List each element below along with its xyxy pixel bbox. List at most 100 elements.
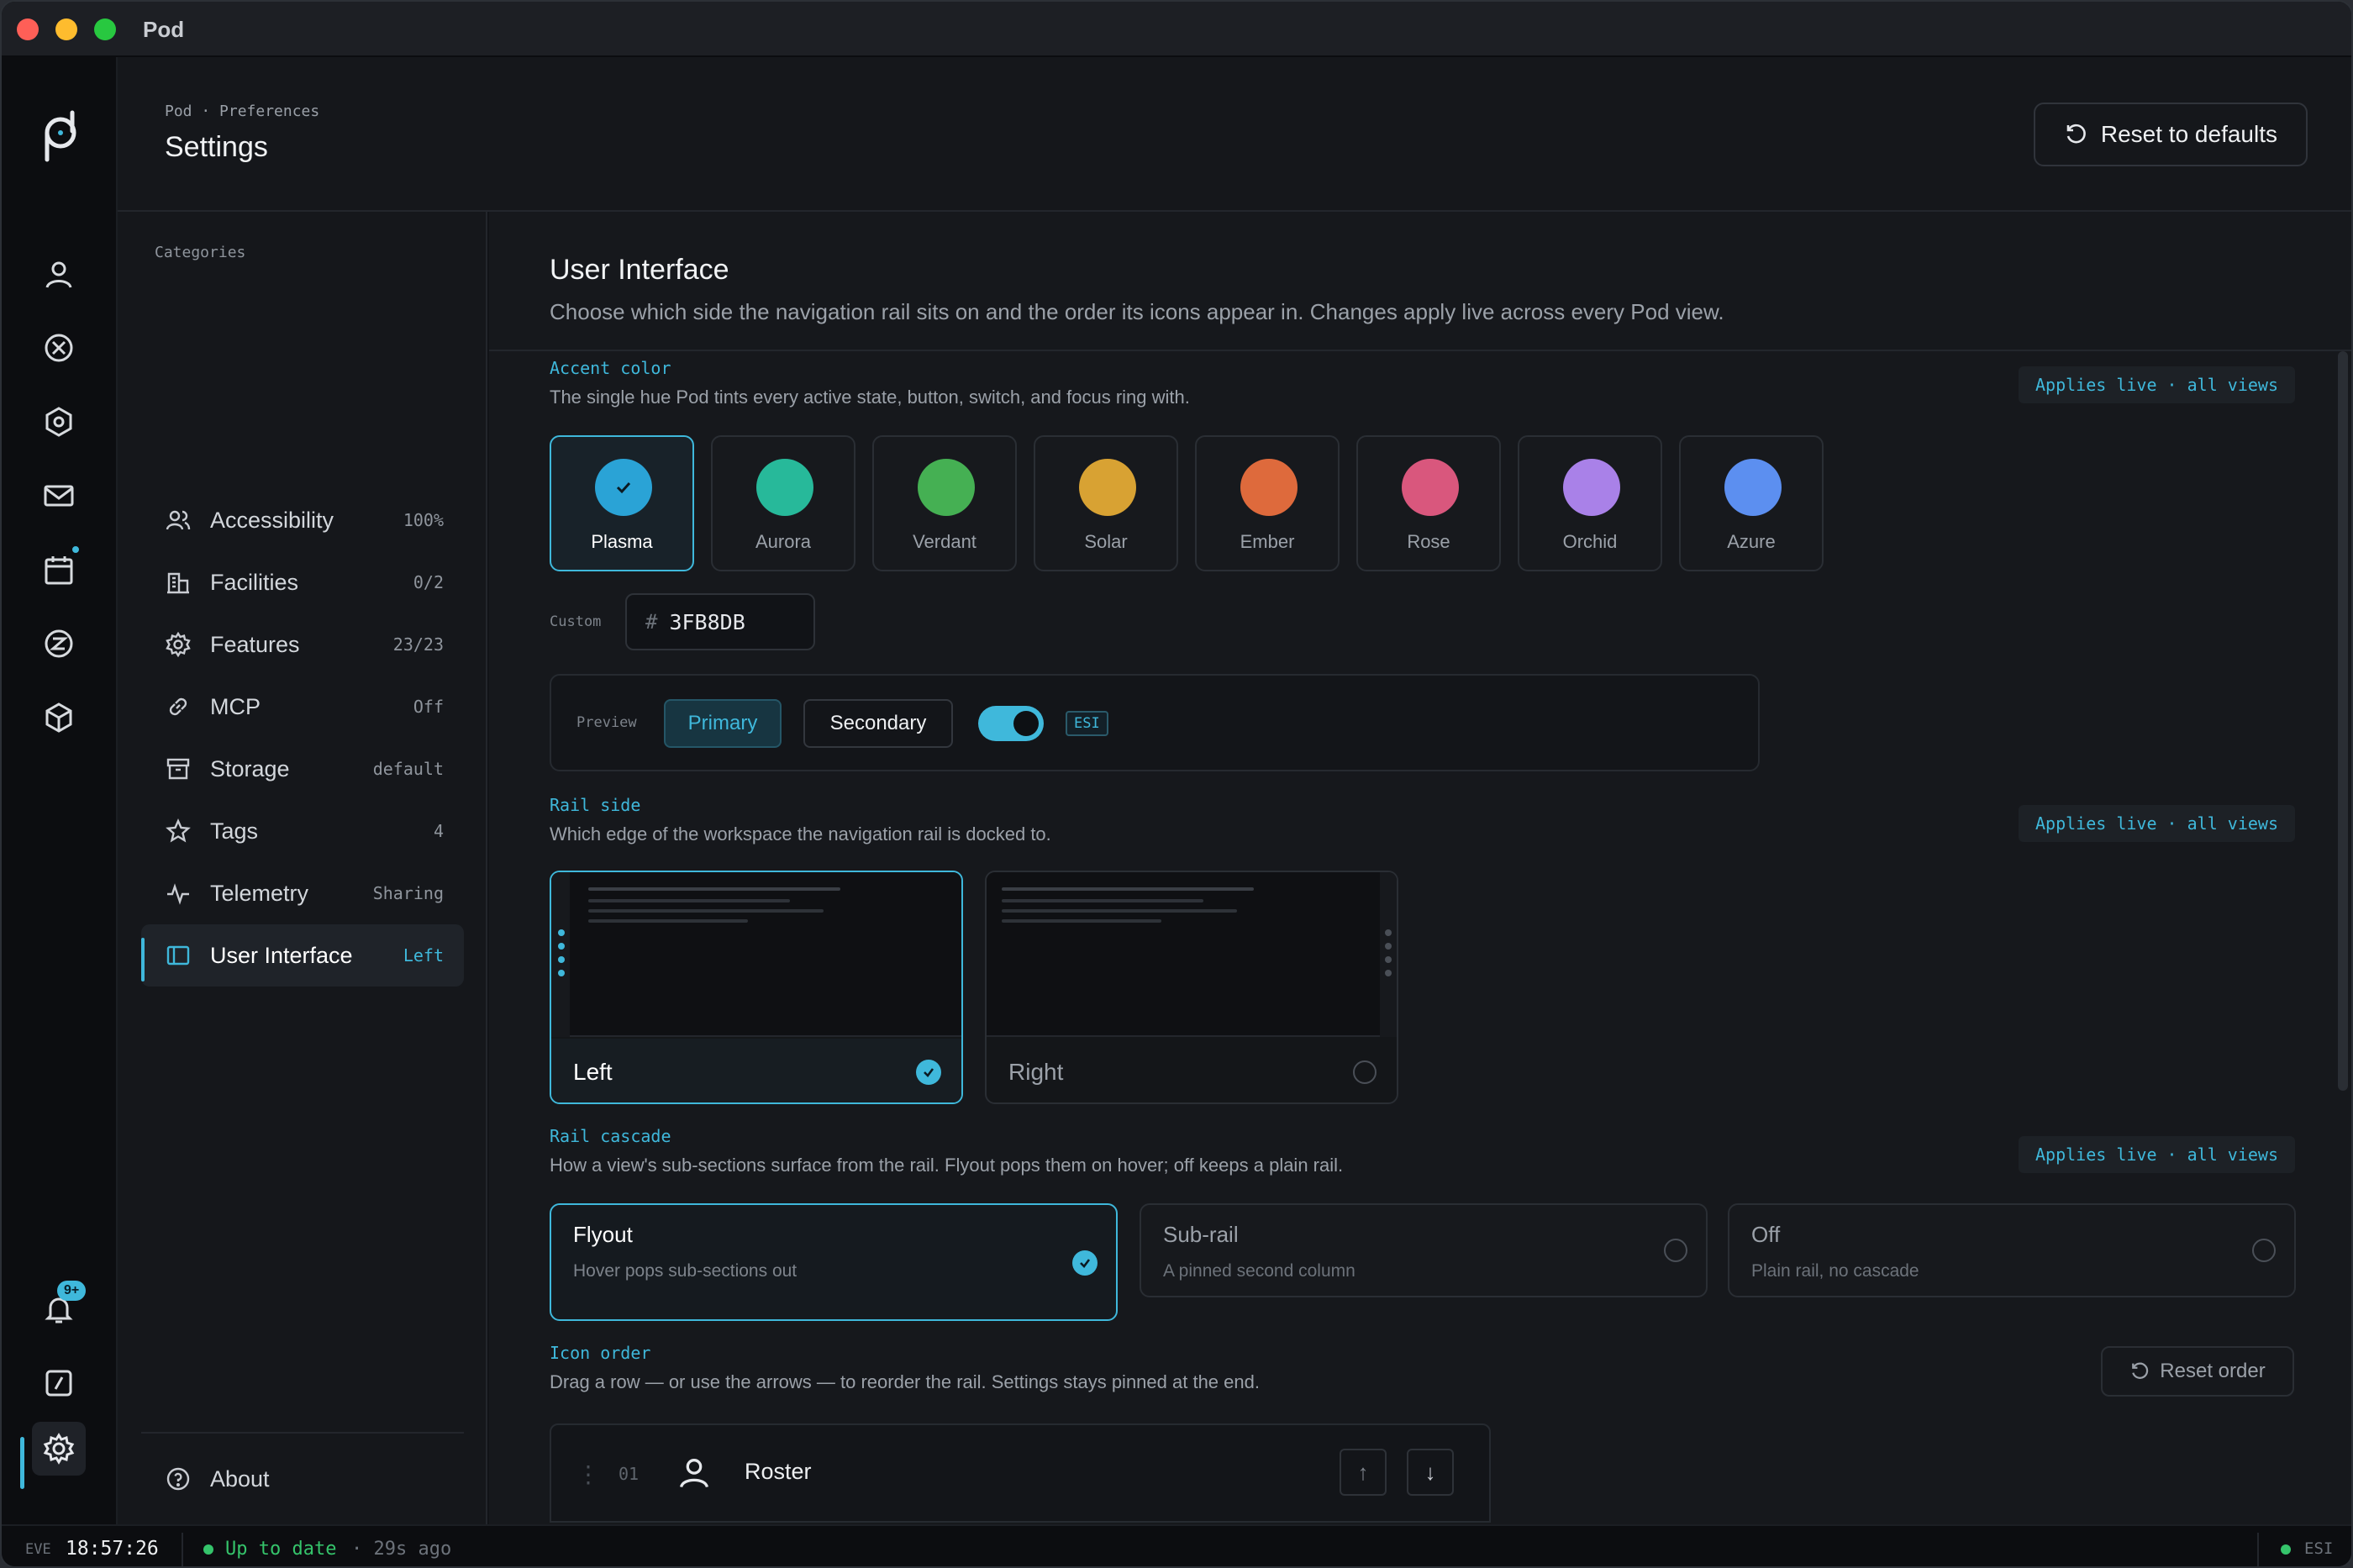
pulse-icon — [167, 883, 189, 905]
rail-circle-x-icon[interactable] — [32, 321, 86, 375]
rail-z-circle-icon[interactable] — [32, 617, 86, 671]
move-down-button[interactable]: ↓ — [1407, 1449, 1454, 1496]
swatch-name: Rose — [1407, 531, 1450, 552]
unselected-radio-icon — [1664, 1239, 1687, 1262]
category-storage[interactable]: Storage default — [141, 738, 464, 800]
category-user-interface[interactable]: User Interface Left — [141, 924, 464, 987]
preview-label: Preview — [576, 714, 637, 731]
category-mcp[interactable]: MCP Off — [141, 676, 464, 738]
sync-age: · 29s ago — [351, 1539, 452, 1560]
thumb-pip — [558, 929, 565, 936]
thumb-rail — [1380, 872, 1397, 1037]
cascade-off-option[interactable]: Off Plain rail, no cascade — [1728, 1203, 2296, 1297]
category-value: 4 — [433, 821, 444, 841]
swatch-azure[interactable]: Azure — [1679, 435, 1824, 571]
move-up-button[interactable]: ↑ — [1340, 1449, 1387, 1496]
thumb-line — [588, 899, 790, 902]
scrollbar-thumb[interactable] — [2338, 351, 2348, 1091]
reset-order-label: Reset order — [2160, 1360, 2266, 1382]
category-telemetry[interactable]: Telemetry Sharing — [141, 862, 464, 924]
rail-side-description: Which edge of the workspace the navigati… — [550, 823, 1051, 845]
section-title: User Interface — [550, 254, 729, 286]
swatch-dot — [1240, 459, 1298, 516]
swatch-rose[interactable]: Rose — [1356, 435, 1501, 571]
swatch-ember[interactable]: Ember — [1195, 435, 1340, 571]
rail-side-right-option[interactable]: Right — [985, 871, 1398, 1104]
rail-user-icon[interactable] — [32, 247, 86, 301]
swatch-name: Plasma — [591, 531, 653, 552]
minimize-window-button[interactable] — [55, 18, 77, 40]
preview-secondary-button[interactable]: Secondary — [803, 699, 953, 748]
thumb-pip — [1385, 929, 1392, 936]
category-label: Facilities — [210, 569, 299, 595]
reset-order-button[interactable]: Reset order — [2101, 1346, 2294, 1397]
reset-defaults-button[interactable]: Reset to defaults — [2033, 103, 2308, 166]
rail-side-label: Rail side — [550, 795, 641, 815]
swatch-plasma[interactable]: Plasma — [550, 435, 694, 571]
swatch-name: Verdant — [913, 531, 976, 552]
preview-esi-chip: ESI — [1066, 711, 1108, 736]
category-features[interactable]: Features 23/23 — [141, 613, 464, 676]
category-label: Storage — [210, 755, 290, 781]
swatch-dot — [756, 459, 813, 516]
cascade-title: Off — [1751, 1222, 1781, 1247]
calendar-notification-dot — [71, 545, 81, 555]
help-circle-icon — [166, 1467, 190, 1491]
category-value: 23/23 — [392, 634, 444, 655]
breadcrumb: Pod · Preferences — [165, 103, 320, 120]
swatch-orchid[interactable]: Orchid — [1518, 435, 1662, 571]
rail-cube-icon[interactable] — [32, 691, 86, 745]
custom-color-input[interactable]: # 3FB8DB — [625, 593, 815, 650]
category-value: 100% — [403, 510, 444, 530]
category-accessibility[interactable]: Accessibility 100% — [141, 489, 464, 551]
category-tags[interactable]: Tags 4 — [141, 800, 464, 862]
rail-left-thumbnail — [551, 872, 961, 1037]
rail-side-option-label: Left — [573, 1059, 613, 1085]
thumb-line — [1002, 919, 1161, 923]
cascade-flyout-option[interactable]: Flyout Hover pops sub-sections out — [550, 1203, 1118, 1321]
esi-status-dot — [2281, 1544, 2291, 1555]
swatch-solar[interactable]: Solar — [1034, 435, 1178, 571]
row-number: 01 — [619, 1464, 640, 1484]
accent-color-description: The single hue Pod tints every active st… — [550, 387, 1190, 408]
cascade-subrail-option[interactable]: Sub-rail A pinned second column — [1140, 1203, 1708, 1297]
thumb-pip — [1385, 943, 1392, 950]
row-name: Roster — [745, 1459, 812, 1484]
icon-order-row[interactable]: ⋮ 01 Roster ↑ ↓ — [550, 1423, 1491, 1523]
preview-primary-button[interactable]: Primary — [664, 699, 782, 748]
applies-live-badge: Applies live · all views — [2019, 805, 2295, 842]
about-link[interactable]: About — [165, 1465, 270, 1492]
user-icon — [679, 1459, 709, 1488]
rail-hexagon-icon[interactable] — [32, 395, 86, 449]
swatch-name: Orchid — [1562, 531, 1618, 552]
rail-slash-square-icon[interactable] — [32, 1356, 86, 1410]
rail-side-footer: Right — [987, 1039, 1397, 1102]
maximize-window-button[interactable] — [94, 18, 116, 40]
swatch-name: Ember — [1240, 531, 1295, 552]
pod-logo-icon — [45, 110, 76, 162]
swatch-aurora[interactable]: Aurora — [711, 435, 855, 571]
applies-live-badge: Applies live · all views — [2019, 366, 2295, 403]
preview-toggle[interactable] — [978, 706, 1044, 741]
category-facilities[interactable]: Facilities 0/2 — [141, 551, 464, 613]
category-active-indicator — [141, 938, 145, 981]
hash-prefix: # — [645, 610, 658, 634]
swatch-verdant[interactable]: Verdant — [872, 435, 1017, 571]
swatch-name: Aurora — [755, 531, 812, 552]
sync-status: Up to date — [225, 1539, 337, 1560]
close-window-button[interactable] — [17, 18, 39, 40]
swatch-name: Solar — [1084, 531, 1128, 552]
title-bar: Pod — [2, 2, 2351, 57]
drag-handle-icon[interactable]: ⋮ — [576, 1460, 600, 1488]
cascade-description: A pinned second column — [1163, 1261, 1355, 1281]
cascade-title: Flyout — [573, 1222, 633, 1247]
thumb-line — [588, 919, 748, 923]
rail-gear-icon[interactable] — [32, 1422, 86, 1476]
accent-color-label: Accent color — [550, 358, 671, 378]
main-content: User Interface Choose which side the nav… — [489, 212, 2351, 1524]
notification-badge: 9+ — [57, 1281, 87, 1301]
swatch-dot — [1402, 459, 1459, 516]
rail-mail-icon[interactable] — [32, 469, 86, 523]
cascade-description: Plain rail, no cascade — [1751, 1261, 1919, 1281]
rail-side-left-option[interactable]: Left — [550, 871, 963, 1104]
